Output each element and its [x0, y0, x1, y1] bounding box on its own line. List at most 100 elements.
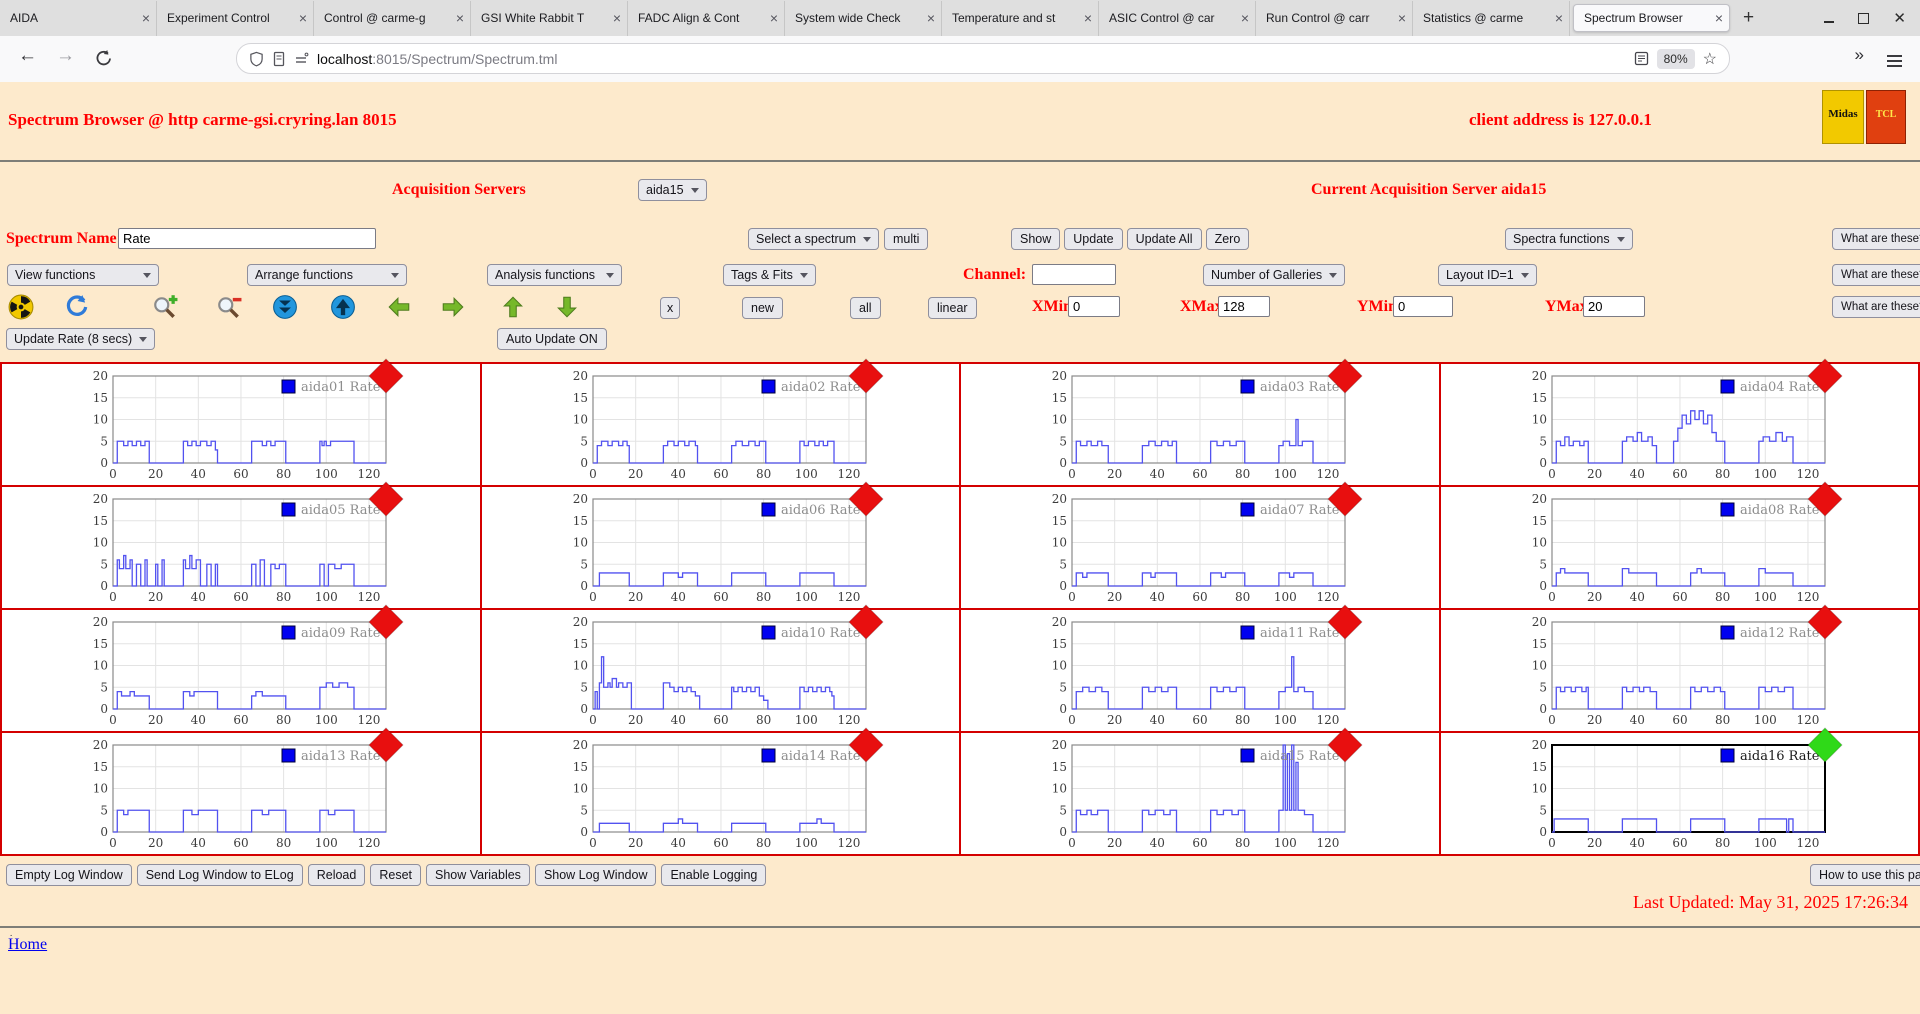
compress-y-icon[interactable]	[272, 294, 298, 320]
reload-button[interactable]: Reload	[308, 864, 366, 886]
xmin-input[interactable]	[1068, 296, 1120, 317]
tab-close-icon[interactable]: ×	[1084, 10, 1092, 26]
url-text[interactable]: localhost:8015/Spectrum/Spectrum.tml	[317, 51, 557, 67]
new-tab-button[interactable]: +	[1743, 7, 1754, 29]
rate-chart-aida04[interactable]: 05101520020406080100120aida04 Rate	[1515, 366, 1850, 484]
chart-cell-aida16[interactable]: 05101520020406080100120aida16 Rate	[1440, 732, 1920, 855]
layout-id-select[interactable]: Layout ID=1	[1438, 264, 1537, 286]
browser-tab-spectrum-browser[interactable]: Spectrum Browser×	[1573, 4, 1730, 32]
chart-cell-aida14[interactable]: 05101520020406080100120aida14 Rate	[481, 732, 961, 855]
tab-close-icon[interactable]: ×	[1555, 10, 1563, 26]
toolbar-overflow-icon[interactable]: »	[1855, 45, 1864, 65]
browser-tab-system-wide-check[interactable]: System wide Check×	[785, 1, 942, 36]
spectra-functions-select[interactable]: Spectra functions	[1505, 228, 1633, 250]
what-are-these-button-1[interactable]: What are these?	[1832, 228, 1920, 250]
show-button[interactable]: Show	[1011, 228, 1060, 250]
all-button[interactable]: all	[850, 297, 881, 319]
tab-close-icon[interactable]: ×	[613, 10, 621, 26]
url-bar[interactable]: localhost:8015/Spectrum/Spectrum.tml 80%…	[236, 43, 1730, 74]
multi-button[interactable]: multi	[884, 228, 928, 250]
chart-cell-aida08[interactable]: 05101520020406080100120aida08 Rate	[1440, 486, 1920, 609]
rate-chart-aida03[interactable]: 05101520020406080100120aida03 Rate	[1035, 366, 1370, 484]
tab-close-icon[interactable]: ×	[1398, 10, 1406, 26]
acquisition-server-select[interactable]: aida15	[638, 179, 707, 201]
ymax-input[interactable]	[1583, 296, 1645, 317]
rate-chart-aida02[interactable]: 05101520020406080100120aida02 Rate	[556, 366, 891, 484]
x-axis-button[interactable]: x	[660, 297, 680, 319]
how-to-use-button[interactable]: How to use this page	[1810, 864, 1920, 886]
zero-button[interactable]: Zero	[1206, 228, 1250, 250]
shield-icon[interactable]	[249, 51, 264, 67]
show-variables-button[interactable]: Show Variables	[426, 864, 530, 886]
chart-cell-aida05[interactable]: 05101520020406080100120aida05 Rate	[1, 486, 481, 609]
rate-chart-aida10[interactable]: 05101520020406080100120aida10 Rate	[556, 612, 891, 730]
empty-log-window-button[interactable]: Empty Log Window	[6, 864, 132, 886]
minimize-button[interactable]	[1824, 13, 1834, 23]
reader-mode-icon[interactable]	[1634, 51, 1649, 66]
chart-cell-aida12[interactable]: 05101520020406080100120aida12 Rate	[1440, 609, 1920, 732]
chart-cell-aida09[interactable]: 05101520020406080100120aida09 Rate	[1, 609, 481, 732]
rate-chart-aida07[interactable]: 05101520020406080100120aida07 Rate	[1035, 489, 1370, 607]
what-are-these-button-2[interactable]: What are these?	[1832, 264, 1920, 286]
chart-cell-aida03[interactable]: 05101520020406080100120aida03 Rate	[960, 363, 1440, 486]
rate-chart-aida13[interactable]: 05101520020406080100120aida13 Rate	[76, 735, 411, 853]
update-rate-select[interactable]: Update Rate (8 secs)	[6, 328, 155, 350]
rate-chart-aida05[interactable]: 05101520020406080100120aida05 Rate	[76, 489, 411, 607]
close-window-button[interactable]: ✕	[1893, 11, 1906, 26]
browser-tab-gsi-white-rabbit-t[interactable]: GSI White Rabbit T×	[471, 1, 628, 36]
ymin-input[interactable]	[1393, 296, 1453, 317]
refresh-icon[interactable]	[64, 294, 90, 320]
expand-y-icon[interactable]	[330, 294, 356, 320]
menu-hamburger-icon[interactable]	[1887, 52, 1902, 70]
zoom-in-icon[interactable]	[152, 294, 178, 320]
select-a-spectrum-select[interactable]: Select a spectrum	[748, 228, 879, 250]
xmax-input[interactable]	[1218, 296, 1270, 317]
send-log-window-to-elog-button[interactable]: Send Log Window to ELog	[137, 864, 303, 886]
linear-button[interactable]: linear	[928, 297, 977, 319]
tab-close-icon[interactable]: ×	[770, 10, 778, 26]
rate-chart-aida09[interactable]: 05101520020406080100120aida09 Rate	[76, 612, 411, 730]
back-button[interactable]: ←	[18, 45, 37, 67]
chart-cell-aida10[interactable]: 05101520020406080100120aida10 Rate	[481, 609, 961, 732]
pan-up-icon[interactable]	[500, 294, 526, 320]
midas-logo[interactable]: Midas	[1822, 90, 1864, 144]
rate-chart-aida01[interactable]: 05101520020406080100120aida01 Rate	[76, 366, 411, 484]
tab-close-icon[interactable]: ×	[1715, 10, 1723, 26]
maximize-button[interactable]	[1858, 13, 1869, 24]
chart-cell-aida07[interactable]: 05101520020406080100120aida07 Rate	[960, 486, 1440, 609]
analysis-functions-select[interactable]: Analysis functions	[487, 264, 622, 286]
rate-chart-aida08[interactable]: 05101520020406080100120aida08 Rate	[1515, 489, 1850, 607]
chart-cell-aida01[interactable]: 05101520020406080100120aida01 Rate	[1, 363, 481, 486]
browser-tab-run-control-carr[interactable]: Run Control @ carr×	[1256, 1, 1413, 36]
tab-close-icon[interactable]: ×	[1241, 10, 1249, 26]
spectrum-name-input[interactable]	[118, 228, 376, 249]
channel-input[interactable]	[1032, 264, 1116, 285]
enable-logging-button[interactable]: Enable Logging	[661, 864, 766, 886]
rate-chart-aida14[interactable]: 05101520020406080100120aida14 Rate	[556, 735, 891, 853]
chart-cell-aida04[interactable]: 05101520020406080100120aida04 Rate	[1440, 363, 1920, 486]
number-of-galleries-select[interactable]: Number of Galleries	[1203, 264, 1345, 286]
page-info-icon[interactable]	[272, 51, 286, 67]
tags-fits-select[interactable]: Tags & Fits	[723, 264, 816, 286]
reset-button[interactable]: Reset	[370, 864, 421, 886]
update-all-button[interactable]: Update All	[1127, 228, 1202, 250]
browser-tab-experiment-control[interactable]: Experiment Control×	[157, 1, 314, 36]
browser-tab-control-carme-g[interactable]: Control @ carme-g×	[314, 1, 471, 36]
reload-icon[interactable]	[94, 49, 113, 68]
home-link[interactable]: Home	[8, 936, 47, 954]
rate-chart-aida16[interactable]: 05101520020406080100120aida16 Rate	[1515, 735, 1850, 853]
chart-cell-aida11[interactable]: 05101520020406080100120aida11 Rate	[960, 609, 1440, 732]
bookmark-star-icon[interactable]: ☆	[1703, 49, 1717, 69]
rate-chart-aida15[interactable]: 05101520020406080100120aida15 Rate	[1035, 735, 1370, 853]
chart-cell-aida15[interactable]: 05101520020406080100120aida15 Rate	[960, 732, 1440, 855]
browser-tab-statistics-carme[interactable]: Statistics @ carme×	[1413, 1, 1570, 36]
show-log-window-button[interactable]: Show Log Window	[535, 864, 657, 886]
update-button[interactable]: Update	[1064, 228, 1122, 250]
what-are-these-button-3[interactable]: What are these?	[1832, 296, 1920, 318]
tcl-powered-logo[interactable]: TCL	[1866, 90, 1906, 144]
new-button[interactable]: new	[742, 297, 783, 319]
zoom-out-icon[interactable]	[216, 294, 242, 320]
auto-update-button[interactable]: Auto Update ON	[497, 328, 607, 350]
browser-tab-aida[interactable]: AIDA×	[0, 1, 157, 36]
browser-tab-temperature-and-st[interactable]: Temperature and st×	[942, 1, 1099, 36]
